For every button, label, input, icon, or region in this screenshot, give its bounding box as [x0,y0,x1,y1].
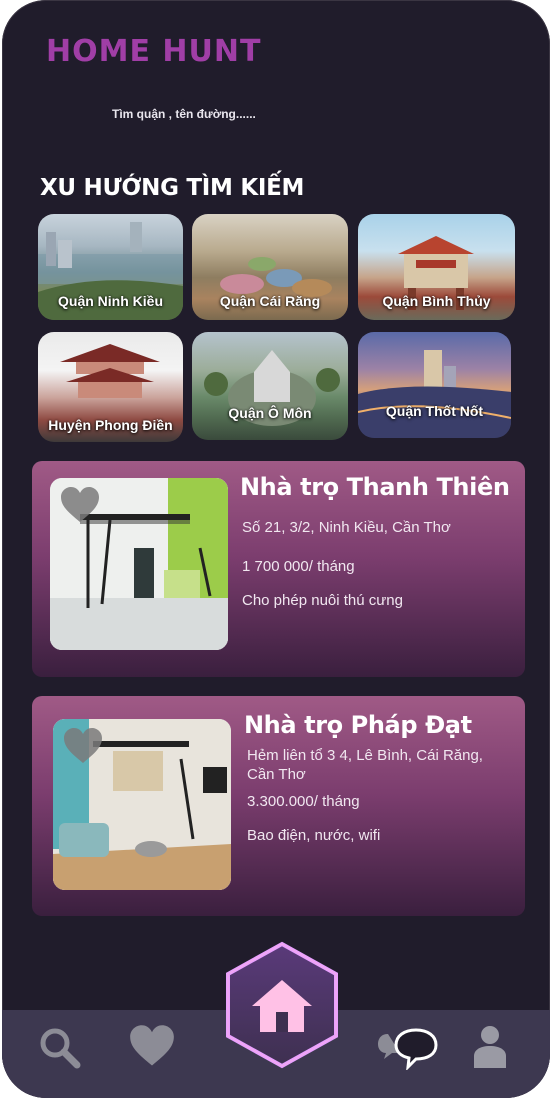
tile-label: Quận Cái Răng [219,293,321,309]
trending-tile-thot-not[interactable]: Quận Thốt Nốt [358,332,511,438]
listing-card[interactable]: Nhà trọ Pháp Đạt Hẻm liên tổ 3 4, Lê Bìn… [32,696,525,916]
chat-icon[interactable] [376,1026,440,1070]
app-logo: HOME HUNT [46,34,262,69]
listing-title: Nhà trọ Pháp Đạt [244,711,472,739]
listing-address-line1: Hẻm liên tổ 3 4, Lê Bình, Cái Răng, [247,747,483,764]
listing-price: 1 700 000/ tháng [242,558,355,575]
search-input[interactable]: Tìm quận , tên đường...... [112,107,256,121]
tile-label: Quận Ninh Kiều [58,293,163,309]
favorite-heart-icon[interactable] [63,727,103,765]
listing-note: Bao điện, nước, wifi [247,827,381,844]
listing-note: Cho phép nuôi thú cưng [242,592,403,609]
search-icon[interactable] [38,1026,82,1070]
skyline-photo [358,350,511,438]
trending-tile-phong-dien[interactable]: Huyện Phong Điền [38,332,183,442]
phone-screen: HOME HUNT Tìm quận , tên đường...... XU … [2,0,550,1098]
trending-title: XU HƯỚNG TÌM KIẾM [40,175,305,201]
listing-address: Số 21, 3/2, Ninh Kiều, Cần Thơ [242,519,451,536]
listing-address-line2: Cần Thơ [247,766,306,783]
trending-tile-ninh-kieu[interactable]: Quận Ninh Kiều [38,214,183,320]
home-button[interactable] [222,940,342,1070]
tile-label: Quận Thốt Nốt [385,403,484,419]
room-photo [53,719,231,890]
monument-photo [204,350,340,426]
tile-label: Quận Ô Môn [228,405,312,421]
user-icon[interactable] [472,1024,508,1070]
heart-icon[interactable] [129,1024,175,1068]
trending-tile-o-mon[interactable]: Quận Ô Môn [192,332,348,440]
room-photo [50,478,228,650]
tile-label: Huyện Phong Điền [48,417,173,433]
favorite-heart-icon[interactable] [60,486,100,524]
listing-price: 3.300.000/ tháng [247,793,360,810]
trending-tile-cai-rang[interactable]: Quận Cái Răng [192,214,348,320]
listing-card[interactable]: Nhà trọ Thanh Thiên Số 21, 3/2, Ninh Kiề… [32,461,525,677]
tile-label: Quận Bình Thủy [382,293,491,309]
listing-title: Nhà trọ Thanh Thiên [240,473,510,501]
trending-tile-binh-thuy[interactable]: Quận Bình Thủy [358,214,515,320]
